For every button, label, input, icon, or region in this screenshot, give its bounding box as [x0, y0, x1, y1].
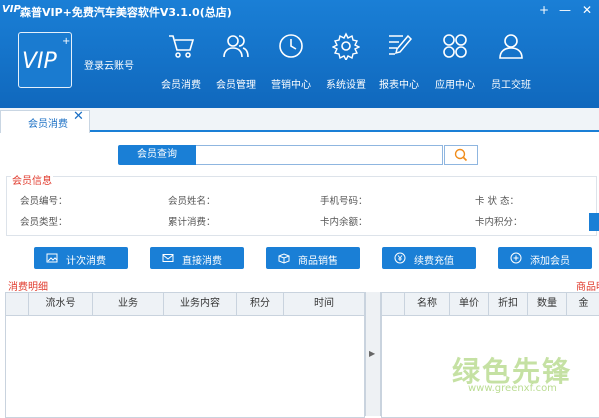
minimize-button[interactable]: — [556, 2, 574, 18]
column-header[interactable] [6, 293, 29, 315]
nav-member-manage[interactable]: 会员管理 [211, 32, 261, 92]
add-member-button[interactable]: 添加会员 [498, 247, 592, 269]
window-title: 森普VIP+免费汽车美容软件V3.1.0(总店) [20, 6, 232, 19]
product-sale-button[interactable]: 商品销售 [266, 247, 360, 269]
action-label: 计次消费 [66, 256, 106, 267]
nav-member-consume[interactable]: 会员消费 [156, 32, 206, 92]
splitter-arrow-icon[interactable]: ▶ [369, 349, 375, 358]
search-submit-button[interactable] [444, 145, 478, 165]
card-balance-label: 卡内余额： [320, 217, 368, 228]
column-header[interactable] [382, 293, 405, 315]
member-id-label: 会员编号： [20, 196, 68, 207]
close-window-button[interactable]: ✕ [578, 2, 596, 18]
column-header[interactable]: 单价 [450, 293, 489, 315]
column-header[interactable]: 名称 [405, 293, 450, 315]
nav-reports[interactable]: 报表中心 [374, 32, 424, 92]
card-status-label: 卡 状 态： [475, 196, 520, 207]
users-icon [223, 35, 249, 58]
nav-shift-handover[interactable]: 员工交班 [486, 32, 536, 92]
column-header[interactable]: 业务 [93, 293, 164, 315]
action-label: 商品销售 [298, 256, 338, 267]
member-info-title: 会员信息 [11, 172, 53, 187]
vip-logo-plus: + [62, 36, 71, 47]
member-search-button[interactable]: 会员查询 [118, 145, 196, 165]
tab-close-icon[interactable]: ✕ [73, 109, 84, 124]
card-points-label: 卡内积分： [475, 217, 523, 228]
nav-system-settings[interactable]: 系统设置 [321, 32, 371, 92]
count-consume-button[interactable]: 计次消费 [34, 247, 128, 269]
member-type-label: 会员类型： [20, 217, 68, 228]
cart-icon [169, 35, 195, 58]
report-pen-icon [389, 34, 413, 55]
gear-icon [332, 32, 360, 60]
person-icon [499, 34, 523, 59]
search-icon [454, 148, 468, 162]
total-spent-label: 累计消费： [168, 217, 216, 228]
member-name-label: 会员姓名： [168, 196, 216, 207]
watermark-url: www.greenxf.com [468, 383, 557, 394]
phone-label: 手机号码： [320, 196, 368, 207]
table-header: 名称 单价 折扣 数量 金 [382, 293, 599, 316]
action-label: 添加会员 [530, 256, 570, 267]
renew-recharge-button[interactable]: 续费充值 [382, 247, 476, 269]
side-expand-tab[interactable] [589, 213, 599, 231]
nav-label: 员工交班 [491, 80, 531, 91]
plus-window-button[interactable]: + [535, 2, 553, 18]
column-header[interactable]: 业务内容 [164, 293, 237, 315]
column-header[interactable]: 金 [567, 293, 599, 315]
vip-logo-text: VIP [22, 49, 57, 74]
title-logo: VIP [2, 4, 21, 15]
column-header[interactable]: 数量 [528, 293, 567, 315]
login-cloud-account-link[interactable]: 登录云账号 [84, 57, 134, 72]
clock-icon [279, 34, 303, 58]
nav-marketing[interactable]: 营销中心 [266, 32, 316, 92]
product-detail-title: 商品明 [576, 282, 599, 293]
column-header[interactable]: 流水号 [29, 293, 93, 315]
column-header[interactable]: 折扣 [489, 293, 528, 315]
action-label: 直接消费 [182, 256, 222, 267]
nav-app-center[interactable]: 应用中心 [430, 32, 480, 92]
tab-label: 会员消费 [28, 119, 68, 130]
direct-consume-button[interactable]: 直接消费 [150, 247, 244, 269]
column-header[interactable]: 时间 [284, 293, 364, 315]
consume-detail-title: 消费明细 [8, 282, 48, 293]
member-search-input[interactable] [196, 145, 443, 165]
action-label: 续费充值 [414, 256, 454, 267]
consume-detail-table[interactable]: 流水号 业务 业务内容 积分 时间 [5, 292, 365, 418]
table-header: 流水号 业务 业务内容 积分 时间 [6, 293, 364, 316]
apps-grid-icon [443, 34, 467, 58]
column-header[interactable]: 积分 [237, 293, 284, 315]
